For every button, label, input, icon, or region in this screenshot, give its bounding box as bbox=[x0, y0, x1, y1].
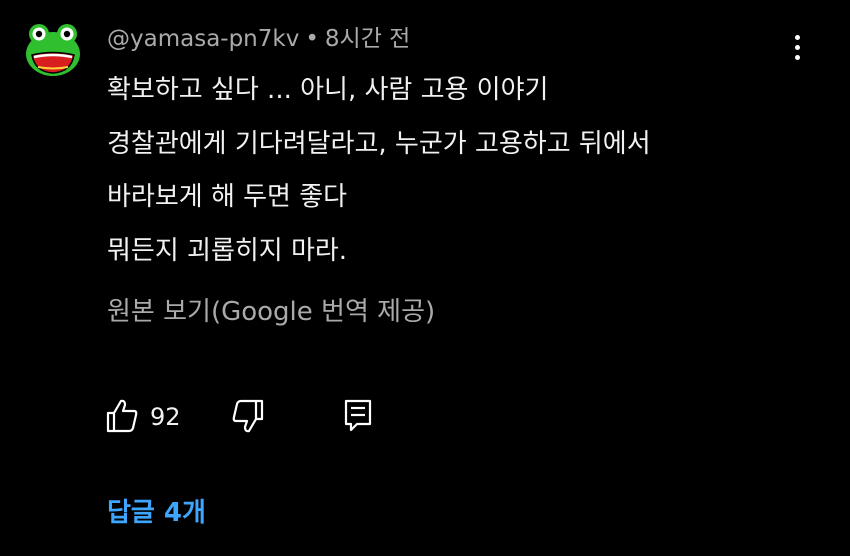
thumb-down-icon bbox=[232, 399, 264, 433]
thumb-up-icon bbox=[106, 399, 138, 433]
comment-line: 경찰관에게 기다려달라고, 누군가 고용하고 뒤에서 bbox=[107, 128, 651, 159]
more-vert-icon[interactable] bbox=[782, 30, 812, 64]
comment-line: 뭐든지 괴롭히지 마라. bbox=[107, 235, 348, 266]
comment-line: 바라보게 해 두면 좋다 bbox=[107, 182, 348, 212]
dislike-button[interactable] bbox=[231, 398, 265, 434]
avatar[interactable] bbox=[24, 22, 82, 78]
comment-time: 8시간 전 bbox=[324, 26, 411, 52]
comment-line: 확보하고 싶다 ... 아니, 사람 고용 이야기 bbox=[107, 75, 549, 105]
like-button[interactable] bbox=[105, 398, 139, 434]
reply-button[interactable] bbox=[343, 398, 373, 432]
reply-comment-icon bbox=[344, 399, 372, 432]
comment-header: @yamasa-pn7kv • 8시간 전 bbox=[107, 24, 410, 54]
frog-avatar-icon bbox=[26, 24, 80, 76]
separator-dot: • bbox=[305, 26, 319, 52]
see-original-link[interactable]: 원본 보기(Google 번역 제공) bbox=[107, 290, 435, 334]
like-count: 92 bbox=[150, 403, 181, 431]
view-replies-button[interactable]: 답글 4개 bbox=[107, 493, 206, 533]
author-name[interactable]: @yamasa-pn7kv bbox=[107, 26, 299, 52]
comment-body: 확보하고 싶다 ... 아니, 사람 고용 이야기 경찰관에게 기다려달라고, … bbox=[107, 64, 651, 278]
